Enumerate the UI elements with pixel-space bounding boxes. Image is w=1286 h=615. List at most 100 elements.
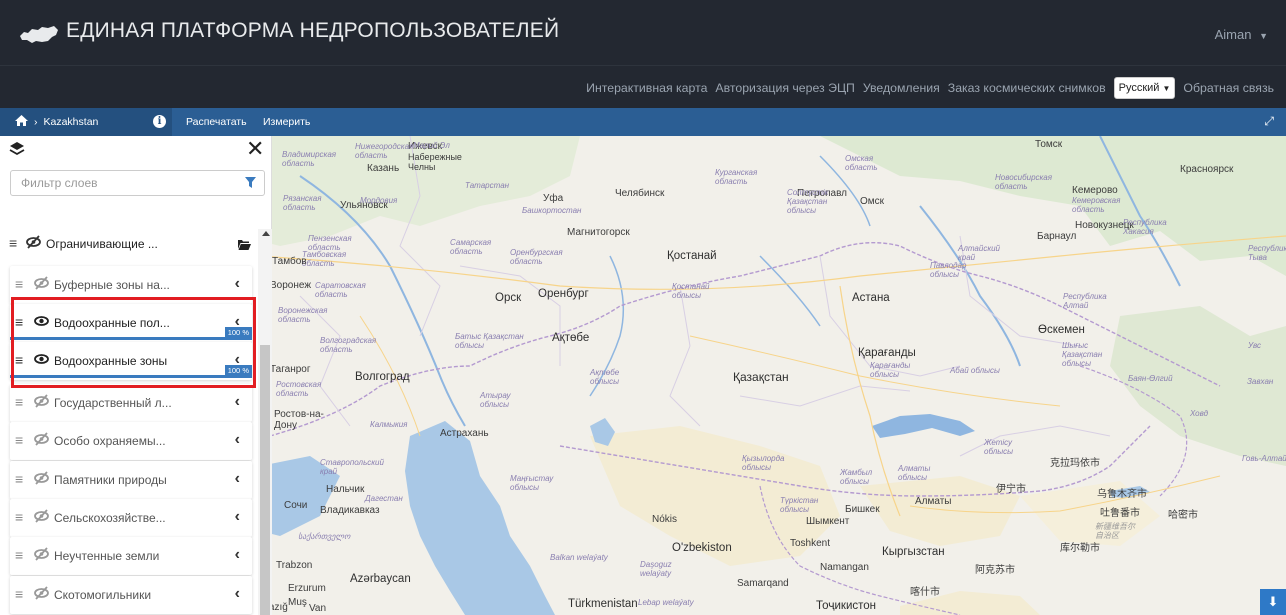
map-label: Набережные Челны: [408, 152, 462, 172]
layer-row[interactable]: ≡ Буферные зоны на... ‹: [10, 266, 252, 304]
layer-row[interactable]: ≡ Неучтенные земли ‹: [10, 537, 252, 575]
map-label: Қарағанды: [858, 347, 916, 359]
layer-row[interactable]: ≡ Сельскохозяйстве... ‹: [10, 499, 252, 537]
layer-progress-label: 100 %: [224, 327, 252, 338]
map-label: Muş: [288, 597, 307, 608]
layer-group-row[interactable]: ≡ Ограничивающие ...: [0, 229, 255, 259]
fullscreen-icon[interactable]: ⤢: [1264, 114, 1274, 129]
map-label: 库尔勒市: [1060, 543, 1100, 554]
language-select[interactable]: Русский ▼: [1113, 77, 1176, 99]
info-icon[interactable]: i: [153, 115, 166, 128]
scroll-up-icon[interactable]: [262, 231, 270, 236]
layer-row[interactable]: ≡ Государственный л... ‹: [10, 384, 252, 422]
layer-label: Памятники природы: [54, 473, 167, 487]
map-label: Уфа: [543, 193, 564, 204]
drag-handle-icon[interactable]: ≡: [15, 548, 23, 562]
layer-progress-label: 100 %: [224, 365, 252, 376]
map-label: 伊宁市: [996, 484, 1026, 495]
map-label: Павлодар облысы: [930, 261, 967, 279]
eye-slash-icon[interactable]: [26, 235, 41, 252]
chevron-left-icon[interactable]: ‹: [235, 508, 240, 526]
chevron-left-icon[interactable]: ‹: [235, 393, 240, 411]
map-canvas[interactable]: Ижевск Набережные Челны Казань Уфа Челяб…: [260, 136, 1286, 615]
layer-row[interactable]: ≡ Водоохранные пол... ‹ 100 %: [10, 304, 252, 342]
drag-handle-icon[interactable]: ≡: [9, 236, 17, 250]
download-button[interactable]: ⬇: [1260, 589, 1286, 615]
map-label: O'zbekiston: [672, 542, 732, 554]
nav-ecp-auth[interactable]: Авторизация через ЭЦП: [715, 81, 854, 95]
nav-satellite-order[interactable]: Заказ космических снимков: [948, 81, 1106, 95]
nav-feedback[interactable]: Обратная связь: [1183, 81, 1274, 95]
nav-notifications[interactable]: Уведомления: [863, 81, 940, 95]
chevron-right-icon: ›: [34, 116, 38, 128]
layer-label: Скотомогильники: [54, 588, 152, 602]
drag-handle-icon[interactable]: ≡: [15, 277, 23, 291]
drag-handle-icon[interactable]: ≡: [15, 587, 23, 601]
filter-placeholder: Фильтр слоев: [21, 176, 98, 190]
map-label: Қарағанды облысы: [870, 361, 911, 379]
map-label: Daşoguz welaýaty: [640, 560, 672, 578]
layer-group-label: Ограничивающие ...: [46, 237, 158, 251]
drag-handle-icon[interactable]: ≡: [15, 353, 23, 367]
filter-icon[interactable]: [245, 177, 256, 191]
eye-slash-icon[interactable]: [34, 586, 49, 603]
panel-scrollbar-thumb[interactable]: [260, 345, 270, 615]
layer-label: Буферные зоны на...: [54, 278, 170, 292]
eye-slash-icon[interactable]: [34, 547, 49, 564]
eye-icon[interactable]: [34, 352, 49, 369]
map-label: Тоҷикистон: [816, 600, 877, 612]
layer-row[interactable]: ≡ Памятники природы ‹: [10, 461, 252, 499]
chevron-left-icon[interactable]: ‹: [235, 431, 240, 449]
breadcrumb[interactable]: › Kazakhstan i: [0, 108, 172, 136]
map-label: Алматы облысы: [898, 464, 931, 482]
eye-slash-icon[interactable]: [34, 394, 49, 411]
map-label: Челябинск: [615, 188, 665, 199]
layer-label: Неучтенные земли: [54, 549, 160, 563]
user-menu[interactable]: Aiman ▼: [1215, 27, 1268, 42]
map-label: Алтайский край: [958, 244, 1000, 262]
nav-interactive-map[interactable]: Интерактивная карта: [586, 81, 707, 95]
home-icon[interactable]: [15, 115, 28, 129]
drag-handle-icon[interactable]: ≡: [15, 315, 23, 329]
measure-button[interactable]: Измерить: [263, 116, 310, 128]
breadcrumb-item[interactable]: Kazakhstan: [44, 116, 99, 128]
close-icon[interactable]: ✕: [246, 138, 264, 160]
map-label: Марий Эл: [413, 141, 450, 150]
layers-icon[interactable]: [9, 141, 25, 162]
layer-filter-input[interactable]: Фильтр слоев: [10, 170, 265, 196]
map-label: Lebap welaýaty: [638, 598, 694, 607]
layer-row[interactable]: ≡ Особо охраняемы... ‹: [10, 422, 252, 460]
map-label: 吐鲁番市: [1100, 508, 1140, 519]
map-label: 乌鲁木齐市: [1097, 489, 1147, 500]
kazakhstan-map-logo-icon[interactable]: [18, 22, 60, 48]
map-label: Республика Хакасия: [1123, 218, 1167, 236]
eye-slash-icon[interactable]: [34, 509, 49, 526]
drag-handle-icon[interactable]: ≡: [15, 395, 23, 409]
user-name: Aiman: [1214, 27, 1252, 42]
eye-slash-icon[interactable]: [34, 432, 49, 449]
eye-slash-icon[interactable]: [34, 471, 49, 488]
map-label: Жетісу облысы: [984, 438, 1014, 456]
app-title[interactable]: ЕДИНАЯ ПЛАТФОРМА НЕДРОПОЛЬЗОВАТЕЛЕЙ: [66, 19, 559, 43]
layer-row[interactable]: ≡ Водоохранные зоны ‹ 100 %: [10, 342, 252, 380]
language-value: Русский: [1118, 82, 1160, 94]
drag-handle-icon[interactable]: ≡: [15, 433, 23, 447]
drag-handle-icon[interactable]: ≡: [15, 510, 23, 524]
chevron-left-icon[interactable]: ‹: [235, 546, 240, 564]
map-label: Ақтөбе облысы: [590, 368, 620, 386]
map-label: Завхан: [1247, 377, 1274, 386]
print-button[interactable]: Распечатать: [186, 116, 247, 128]
chevron-left-icon[interactable]: ‹: [235, 585, 240, 603]
chevron-left-icon[interactable]: ‹: [235, 275, 240, 293]
nav-links: Интерактивная карта Авторизация через ЭЦ…: [586, 77, 1274, 99]
map-label: Татарстан: [465, 181, 510, 190]
map-label: Республика Тыва: [1248, 244, 1286, 262]
map-label: Тамбовская область: [302, 250, 347, 268]
eye-slash-icon[interactable]: [34, 276, 49, 293]
layer-label: Водоохранные пол...: [54, 316, 170, 330]
chevron-left-icon[interactable]: ‹: [235, 470, 240, 488]
layer-row[interactable]: ≡ Скотомогильники ‹: [10, 576, 252, 614]
drag-handle-icon[interactable]: ≡: [15, 472, 23, 486]
eye-icon[interactable]: [34, 314, 49, 331]
folder-open-icon[interactable]: [238, 237, 251, 255]
